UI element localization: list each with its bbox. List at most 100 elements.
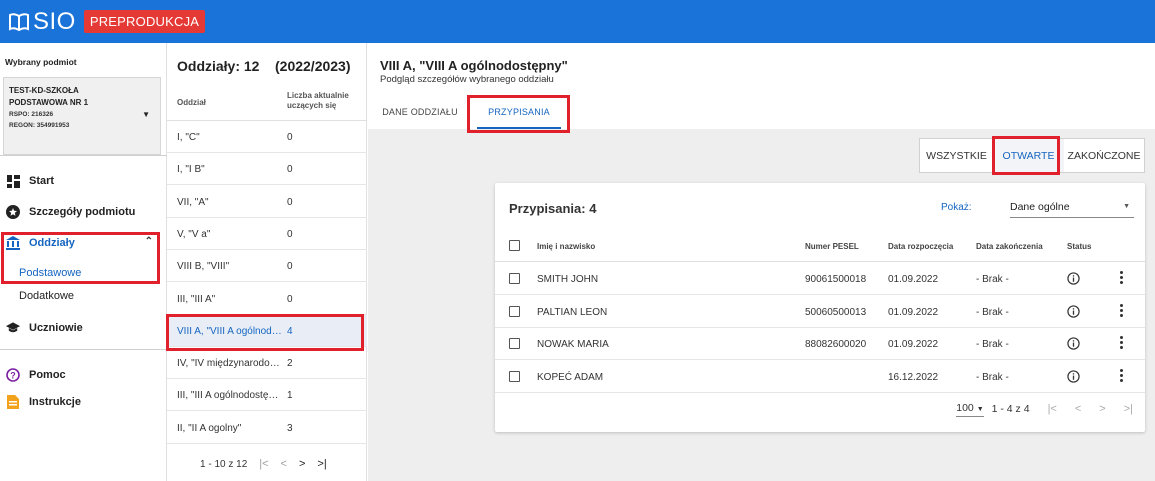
row-checkbox[interactable] [509, 370, 520, 382]
first-page-icon[interactable]: |< [259, 458, 268, 470]
info-icon[interactable] [1067, 337, 1080, 350]
chevron-up-icon[interactable]: ⌃ [145, 236, 153, 247]
assignment-filter-group: WSZYSTKIE OTWARTE ZAKOŃCZONE [919, 138, 1145, 173]
per-page-select[interactable]: 100 ▼ [956, 401, 984, 417]
app-name: SIO [33, 7, 76, 35]
entity-selector[interactable]: TEST-KD-SZKOŁA PODSTAWOWA NR 1 RSPO: 216… [3, 77, 161, 155]
per-page-value: 100 [956, 401, 974, 414]
prev-page-icon[interactable]: < [1075, 403, 1081, 415]
last-page-icon[interactable]: >| [1124, 403, 1133, 415]
class-row[interactable]: VIII B, "VIII" 0 [167, 250, 367, 283]
filter-open-button[interactable]: OTWARTE [993, 139, 1064, 172]
end-date-value: - Brak - [976, 306, 1009, 318]
help-icon: ? [6, 368, 20, 382]
assignments-title: Przypisania: 4 [509, 201, 597, 216]
prev-page-icon[interactable]: < [281, 458, 287, 470]
assignments-card: Przypisania: 4 Pokaż: Dane ogólne ▼ Imię… [495, 183, 1145, 432]
class-detail-subtitle: Podgląd szczegółów wybranego oddziału [380, 74, 554, 85]
star-badge-icon [6, 205, 20, 219]
nav-instructions-label: Instrukcje [29, 396, 81, 408]
last-page-icon[interactable]: >| [317, 458, 326, 470]
person-name: PALTIAN LEON [537, 306, 608, 318]
nav-students-label: Uczniowie [29, 322, 83, 334]
row-checkbox[interactable] [509, 305, 520, 317]
row-checkbox[interactable] [509, 273, 520, 284]
end-date-value: - Brak - [976, 371, 1009, 383]
nav-students[interactable]: Uczniowie [0, 316, 167, 340]
nav-classes-basic[interactable]: Podstawowe [19, 267, 81, 279]
class-list-panel: Oddziały: 12 (2022/2023) Oddział Liczba … [167, 43, 367, 481]
row-checkbox[interactable] [509, 338, 520, 349]
class-row[interactable]: I, "C" 0 [167, 121, 367, 153]
start-date-value: 01.09.2022 [888, 306, 939, 318]
class-name: III, "III A ogólnodostępny" [177, 390, 282, 402]
book-logo-icon [9, 12, 29, 31]
nav-help-label: Pomoc [29, 369, 66, 381]
nav-classes[interactable]: Oddziały ⌃ [0, 231, 167, 255]
class-row[interactable]: III, "III A ogólnodostępny" 1 [167, 379, 367, 412]
column-pesel: Numer PESEL [805, 242, 859, 251]
table-row[interactable]: PALTIAN LEON 50060500013 01.09.2022 - Brak … [495, 296, 1145, 328]
table-row[interactable]: KOPEĆ ADAM 16.12.2022 - Brak - [495, 361, 1145, 393]
nav-entity-details[interactable]: Szczegóły podmiotu [0, 200, 167, 224]
pesel-value: 90061500018 [805, 274, 867, 285]
class-row[interactable]: VIII A, "VIII A ogólnodostępny" 4 [167, 314, 367, 347]
nav-start[interactable]: Start [0, 169, 167, 193]
detail-panel: VIII A, "VIII A ogólnodostępny" Podgląd … [368, 43, 1155, 481]
divider [0, 155, 167, 156]
entity-name: TEST-KD-SZKOŁA PODSTAWOWA NR 1 [9, 86, 89, 107]
info-icon[interactable] [1067, 369, 1080, 383]
class-row[interactable]: IV, "IV międzynarodowy" 2 [167, 347, 367, 380]
first-page-icon[interactable]: |< [1048, 403, 1057, 415]
entity-rspo: RSPO: 216326 [9, 111, 54, 118]
start-date-value: 01.09.2022 [888, 274, 939, 285]
table-row[interactable]: NOWAK MARIA 88082600020 01.09.2022 - Brak - [495, 328, 1145, 360]
person-name: SMITH JOHN [537, 274, 599, 285]
nav-entity-details-label: Szczegóły podmiotu [29, 206, 136, 218]
select-all-checkbox[interactable] [509, 240, 520, 251]
caret-down-icon[interactable]: ▼ [142, 110, 150, 119]
class-row[interactable]: I, "I B" 0 [167, 153, 367, 186]
nav-classes-extra[interactable]: Dodatkowe [19, 290, 74, 302]
class-name: V, "V a" [177, 228, 211, 240]
filter-all-button[interactable]: WSZYSTKIE [920, 139, 993, 172]
next-page-icon[interactable]: > [299, 458, 305, 470]
more-vert-icon[interactable] [1120, 303, 1124, 319]
class-count-title: Oddziały: 12 [177, 58, 260, 74]
class-student-count: 1 [287, 390, 293, 402]
top-bar: SIO PREPRODUKCJA [0, 0, 1155, 43]
class-student-count: 3 [287, 422, 293, 434]
class-row[interactable]: V, "V a" 0 [167, 218, 367, 250]
more-vert-icon[interactable] [1120, 336, 1124, 351]
caret-down-icon: ▼ [1123, 203, 1130, 210]
more-vert-icon[interactable] [1120, 271, 1124, 286]
tab-class-data[interactable]: DANE ODDZIAŁU [372, 95, 468, 129]
more-vert-icon[interactable] [1120, 368, 1124, 384]
show-select[interactable]: Dane ogólne ▼ [1010, 194, 1134, 218]
environment-badge: PREPRODUKCJA [83, 10, 206, 33]
class-detail-title: VIII A, "VIII A ogólnodostępny" [380, 58, 568, 73]
table-row[interactable]: SMITH JOHN 90061500018 01.09.2022 - Brak - [495, 263, 1145, 295]
pager-range: 1 - 10 z 12 [200, 458, 248, 470]
app-logo[interactable]: SIO [8, 8, 76, 36]
nav-instructions[interactable]: Instrukcje [0, 390, 167, 414]
class-row[interactable]: VII, "A" 0 [167, 186, 367, 218]
filter-closed-button[interactable]: ZAKOŃCZONE [1064, 139, 1144, 172]
caret-down-icon: ▼ [976, 405, 984, 413]
info-icon[interactable] [1067, 304, 1080, 318]
class-name: I, "C" [177, 132, 200, 143]
pesel-value: 88082600020 [805, 339, 867, 350]
class-name: II, "II A ogolny" [177, 422, 242, 434]
class-row[interactable]: III, "III A" 0 [167, 283, 367, 315]
divider [0, 349, 167, 350]
tab-assignments[interactable]: PRZYPISANIA [477, 95, 561, 129]
class-row[interactable]: II, "II A ogolny" 3 [167, 412, 367, 444]
nav-help[interactable]: ? Pomoc [0, 363, 167, 387]
column-class: Oddział [177, 98, 206, 107]
selected-entity-caption: Wybrany podmiot [5, 57, 77, 67]
class-name: IV, "IV międzynarodowy" [177, 358, 282, 370]
info-icon[interactable] [1067, 272, 1080, 285]
institution-icon [6, 236, 20, 250]
next-page-icon[interactable]: > [1099, 403, 1105, 415]
nav-classes-label: Oddziały [29, 237, 75, 249]
